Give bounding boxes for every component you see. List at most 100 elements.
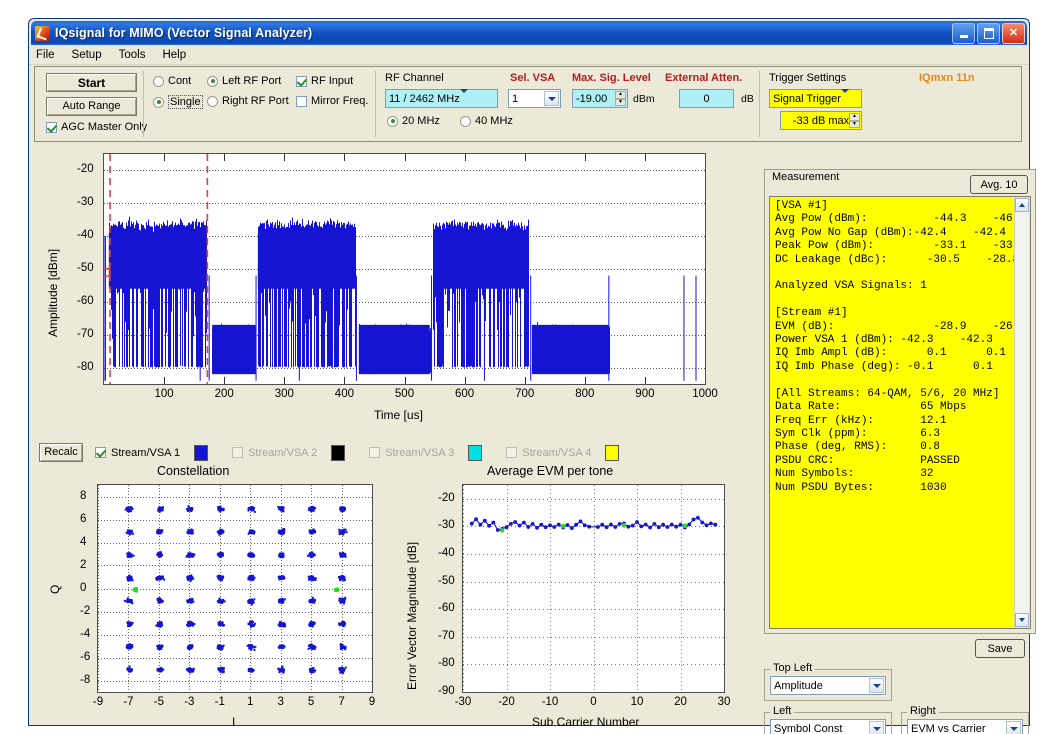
checkbox-icon: [232, 447, 244, 458]
minimize-button[interactable]: [952, 22, 975, 44]
scroll-down-button[interactable]: [1015, 613, 1029, 627]
menu-item-tools[interactable]: Tools: [119, 49, 146, 61]
axis-tick: -10: [541, 696, 559, 708]
bw-20mhz-radio[interactable]: 20 MHz: [387, 115, 440, 127]
axis-tick: -8: [80, 673, 91, 686]
spinner-icon[interactable]: ▲ ▼: [615, 91, 626, 106]
sel-vsa-value: 1: [512, 92, 519, 105]
axis-tick: -30: [77, 196, 94, 209]
constellation-svg: [98, 485, 372, 692]
stream-color-swatch-1: [194, 444, 209, 461]
sel-vsa-label: Sel. VSA: [510, 72, 556, 84]
left-rf-port-radio[interactable]: Left RF Port: [207, 75, 281, 87]
mirror-freq-checkbox[interactable]: Mirror Freq.: [296, 95, 368, 107]
axis-tick: 10: [630, 696, 644, 708]
axis-tick: 700: [515, 388, 535, 400]
menu-bar: File Setup Tools Help: [29, 45, 1029, 65]
sel-vsa-combo[interactable]: 1: [508, 89, 561, 108]
external-atten-input[interactable]: 0: [679, 89, 734, 108]
axis-tick: 2: [80, 558, 87, 571]
max-sig-level-input[interactable]: -19.00 ▲ ▼: [572, 89, 628, 108]
bw-20mhz-label: 20 MHz: [402, 115, 440, 127]
axis-tick: -80: [438, 657, 455, 670]
constellation-title: Constellation: [157, 464, 230, 478]
rf-channel-combo[interactable]: 11 / 2462 MHz: [385, 88, 498, 108]
brand-label: IQmxn 11n: [919, 72, 975, 84]
constellation-panel: Constellation Q I -8 -6 -4 -2 0 2 4 6 8 -9 -7 -5 -3…: [34, 462, 384, 729]
app-icon: [35, 25, 50, 41]
axis-tick: -40: [438, 547, 455, 559]
stream-selector-row: Stream/VSA 1 Stream/VSA 2 Stream/VSA 3 Stre…: [95, 443, 725, 462]
amplitude-plot-axes[interactable]: [103, 153, 706, 385]
axis-tick: -80: [77, 360, 94, 373]
scroll-up-button[interactable]: [1015, 198, 1029, 212]
right-rf-port-label: Right RF Port: [222, 95, 289, 107]
spinner-icon[interactable]: ▲ ▼: [849, 113, 860, 128]
stream-item-2[interactable]: Stream/VSA 2: [232, 444, 346, 461]
checkbox-icon: [369, 447, 381, 458]
radio-icon: [460, 115, 471, 127]
axis-tick: 0: [80, 581, 87, 594]
start-button[interactable]: Start: [46, 73, 137, 92]
measurement-scrollbar[interactable]: [1014, 198, 1029, 627]
constellation-x-axis-label: I: [232, 715, 236, 729]
evm-svg: [463, 485, 724, 692]
trigger-type-combo[interactable]: Signal Trigger: [769, 88, 862, 108]
chevron-down-icon[interactable]: [869, 678, 884, 693]
chevron-down-icon[interactable]: [840, 88, 849, 105]
bw-40mhz-radio[interactable]: 40 MHz: [460, 115, 513, 127]
agc-master-only-label: AGC Master Only: [61, 121, 148, 133]
chevron-down-icon[interactable]: [544, 91, 559, 106]
measurement-textarea[interactable]: [VSA #1] Avg Pow (dBm): -44.3 -46.2 Avg …: [769, 196, 1031, 629]
avg-button[interactable]: Avg. 10: [970, 175, 1028, 194]
amplitude-y-axis-label: Amplitude [dBm]: [46, 248, 60, 337]
chevron-up-icon: [1019, 203, 1025, 207]
auto-range-button[interactable]: Auto Range: [46, 97, 137, 116]
axis-tick: -70: [438, 629, 455, 642]
axis-tick: -50: [77, 262, 94, 274]
checkbox-icon: [506, 447, 518, 458]
right-selector-combo[interactable]: EVM vs Carrier: [907, 719, 1023, 734]
axis-tick: -50: [438, 574, 455, 587]
axis-tick: 200: [214, 388, 234, 400]
stream-item-3[interactable]: Stream/VSA 3: [369, 444, 483, 461]
top-left-selector-label: Top Left: [770, 662, 816, 674]
checkbox-icon: [296, 75, 307, 87]
top-left-selector-combo[interactable]: Amplitude: [770, 676, 886, 695]
maximize-button[interactable]: [977, 22, 1000, 44]
external-atten-unit: dB: [741, 93, 754, 105]
radio-icon: [387, 115, 398, 127]
stream-item-1[interactable]: Stream/VSA 1: [95, 444, 209, 461]
stream-color-swatch-2: [331, 444, 346, 461]
evm-x-axis-label: Sub Carrier Number: [532, 715, 640, 729]
recalc-button[interactable]: Recalc: [39, 443, 83, 462]
chevron-down-icon[interactable]: [869, 721, 884, 734]
chevron-down-icon[interactable]: [459, 88, 468, 105]
left-selector-combo[interactable]: Symbol Const: [770, 719, 886, 734]
save-button[interactable]: Save: [975, 639, 1025, 658]
axis-tick: 100: [154, 388, 174, 400]
trigger-level-input[interactable]: -33 dB max ▲ ▼: [780, 111, 862, 130]
axis-tick: -5: [153, 696, 164, 708]
agc-master-only-checkbox[interactable]: AGC Master Only: [46, 121, 147, 133]
menu-item-setup[interactable]: Setup: [72, 49, 102, 61]
right-rf-port-radio[interactable]: Right RF Port: [207, 95, 289, 107]
rf-input-checkbox[interactable]: RF Input: [296, 75, 353, 87]
menu-item-file[interactable]: File: [36, 49, 55, 61]
evm-y-axis-label: Error Vector Magnitude [dB]: [405, 541, 419, 690]
axis-tick: 0: [590, 696, 597, 708]
menu-item-help[interactable]: Help: [162, 49, 186, 61]
stream-item-4[interactable]: Stream/VSA 4: [506, 444, 620, 461]
window-title: IQsignal for MIMO (Vector Signal Analyze…: [55, 26, 313, 40]
single-radio[interactable]: Single: [153, 95, 203, 109]
chevron-down-icon[interactable]: [1006, 721, 1021, 734]
radio-icon: [207, 75, 218, 87]
axis-tick: 800: [575, 388, 595, 400]
constellation-axes[interactable]: [97, 484, 373, 693]
right-selector-value: EVM vs Carrier: [911, 722, 986, 734]
cont-radio[interactable]: Cont: [153, 75, 191, 87]
max-sig-level-unit: dBm: [633, 93, 655, 105]
close-button[interactable]: ✕: [1002, 22, 1025, 44]
evm-axes[interactable]: [462, 484, 725, 693]
evm-panel: Average EVM per tone Error Vector Magnit…: [389, 462, 730, 729]
